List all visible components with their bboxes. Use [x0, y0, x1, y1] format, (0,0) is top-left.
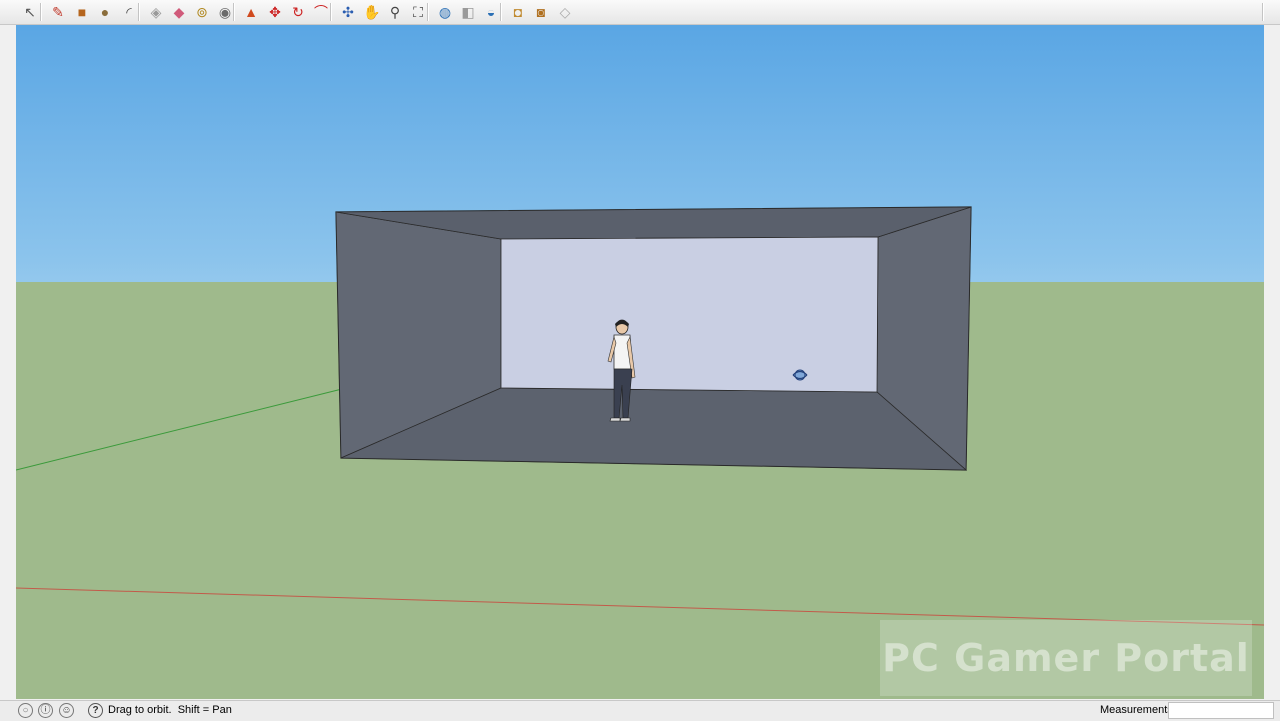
status-bar: ○ ⓘ ☺ ? Drag to orbit. Shift = Pan Measu… [0, 700, 1280, 721]
make-component-tool-icon[interactable]: ◈ [146, 2, 166, 22]
zoom-extents-tool-icon[interactable]: ⛶ [408, 2, 428, 22]
extension-warehouse-tool-icon[interactable]: ◙ [531, 2, 551, 22]
get-photo-texture-tool-icon[interactable]: ◘ [508, 2, 528, 22]
green-axis-line [16, 387, 347, 471]
offset-tool-icon[interactable]: ⌒ [311, 2, 331, 22]
rotate-tool-icon[interactable]: ↻ [288, 2, 308, 22]
pan-tool-icon[interactable]: ✋ [362, 2, 382, 22]
move-tool-icon[interactable]: ✥ [265, 2, 285, 22]
measurements-input[interactable] [1168, 702, 1274, 719]
line-tool-icon[interactable]: ✎ [48, 2, 68, 22]
zoom-tool-icon[interactable]: ⚲ [385, 2, 405, 22]
credits-icon[interactable]: ⓘ [38, 703, 53, 718]
geo-location-icon[interactable]: ○ [18, 703, 33, 718]
get-models-tool-icon[interactable]: ◍ [435, 2, 455, 22]
google-earth-tool-icon[interactable]: ◒ [481, 2, 501, 22]
orbit-cursor-icon [792, 369, 808, 381]
toolbar-separator [40, 3, 42, 21]
rectangle-tool-icon[interactable]: ■ [72, 2, 92, 22]
tape-measure-tool-icon[interactable]: ⊚ [192, 2, 212, 22]
push-pull-tool-icon[interactable]: ▲ [241, 2, 261, 22]
user-icon[interactable]: ☺ [59, 703, 74, 718]
share-model-tool-icon[interactable]: ◧ [458, 2, 478, 22]
main-toolbar: ↖ ✎ ■ ● ◜ ◈ ◆ ⊚ ◉ ▲ ✥ ↻ ⌒ ✣ ✋ ⚲ ⛶ ◍ ◧ ◒ ◘ ◙ ◇ [0, 0, 1280, 25]
scene-3d [16, 206, 1264, 626]
paint-bucket-tool-icon[interactable]: ◉ [215, 2, 235, 22]
eraser-tool-icon[interactable]: ◆ [169, 2, 189, 22]
circle-tool-icon[interactable]: ● [95, 2, 115, 22]
toolbar-end-separator [1262, 3, 1264, 21]
modeling-viewport[interactable]: PC Gamer Portal [16, 25, 1264, 699]
status-hint-text: Drag to orbit. Shift = Pan [108, 704, 232, 716]
send-to-layout-tool-icon[interactable]: ◇ [555, 2, 575, 22]
measurements-label: Measurements [1100, 704, 1173, 716]
box-back-wall [500, 236, 879, 393]
select-tool-icon[interactable]: ↖ [20, 2, 40, 22]
help-icon[interactable]: ? [88, 703, 103, 718]
orbit-tool-icon[interactable]: ✣ [338, 2, 358, 22]
arc-tool-icon[interactable]: ◜ [119, 2, 139, 22]
watermark-text: PC Gamer Portal [880, 620, 1252, 696]
